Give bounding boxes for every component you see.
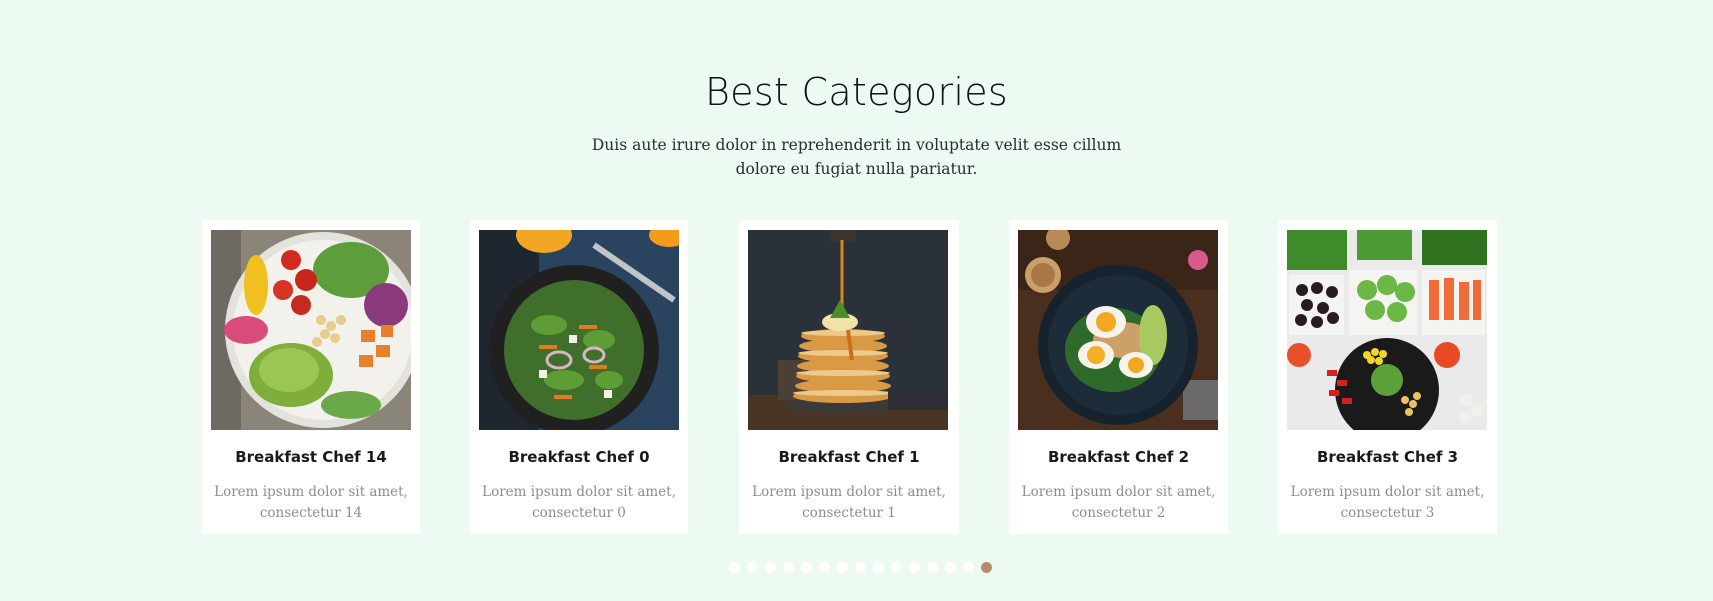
card-description-line: consectetur 0 [532, 505, 626, 521]
carousel-dot[interactable] [819, 562, 830, 573]
card-title: Breakfast Chef 2 [1047, 448, 1190, 466]
egg-avocado-plate-image [1018, 230, 1218, 430]
carousel-dot[interactable] [963, 562, 974, 573]
carousel-dot[interactable] [783, 562, 794, 573]
card-description: Lorem ipsum dolor sit amet, consectetur … [1019, 482, 1218, 524]
category-card[interactable]: Breakfast Chef 3 Lorem ipsum dolor sit a… [1278, 220, 1497, 534]
carousel-pagination [0, 562, 1713, 573]
card-description-line: consectetur 1 [802, 505, 896, 521]
card-title: Breakfast Chef 14 [235, 448, 387, 466]
carousel-dot[interactable] [873, 562, 884, 573]
carousel-dot[interactable] [729, 562, 740, 573]
section-title: Best Categories [704, 70, 1009, 114]
carousel-dot[interactable] [765, 562, 776, 573]
card-description-line: Lorem ipsum dolor sit amet, [1021, 484, 1216, 500]
card-description-line: consectetur 2 [1071, 505, 1166, 521]
category-card[interactable]: Breakfast Chef 14 Lorem ipsum dolor sit … [202, 220, 420, 534]
card-description-line: Lorem ipsum dolor sit amet, [752, 484, 946, 500]
carousel-dot[interactable] [837, 562, 848, 573]
card-title: Breakfast Chef 3 [1316, 448, 1459, 466]
carousel-dot[interactable] [927, 562, 938, 573]
carousel-dot[interactable] [747, 562, 758, 573]
card-description-line: consectetur 14 [259, 505, 363, 521]
card-description-line: Lorem ipsum dolor sit amet, [1290, 484, 1485, 500]
category-card[interactable]: Breakfast Chef 0 Lorem ipsum dolor sit a… [470, 220, 688, 534]
salad-bowl-image [211, 230, 411, 430]
carousel-dot[interactable] [855, 562, 866, 573]
section-subtitle: Duis aute irure dolor in reprehenderit i… [0, 133, 1713, 181]
salad-plate-image [479, 230, 679, 430]
card-description: Lorem ipsum dolor sit amet, consectetur … [749, 482, 949, 524]
category-carousel[interactable]: Breakfast Chef 14 Lorem ipsum dolor sit … [0, 220, 1713, 534]
category-card[interactable]: Breakfast Chef 1 Lorem ipsum dolor sit a… [739, 220, 959, 534]
carousel-dot[interactable] [801, 562, 812, 573]
carousel-dot-active[interactable] [981, 562, 992, 573]
carousel-dot[interactable] [945, 562, 956, 573]
card-description-line: Lorem ipsum dolor sit amet, [214, 484, 408, 500]
card-description-line: consectetur 3 [1340, 505, 1435, 521]
carousel-dot[interactable] [909, 562, 920, 573]
card-description: Lorem ipsum dolor sit amet, consectetur … [480, 482, 678, 524]
pancake-stack-image [748, 230, 948, 430]
carousel-dot[interactable] [891, 562, 902, 573]
card-description-line: Lorem ipsum dolor sit amet, [482, 484, 676, 500]
card-title: Breakfast Chef 0 [508, 448, 650, 466]
card-description: Lorem ipsum dolor sit amet, consectetur … [212, 482, 410, 524]
card-title: Breakfast Chef 1 [778, 448, 920, 466]
card-description: Lorem ipsum dolor sit amet, consectetur … [1288, 482, 1487, 524]
section-subtitle-line: Duis aute irure dolor in reprehenderit i… [591, 136, 1122, 154]
category-card[interactable]: Breakfast Chef 2 Lorem ipsum dolor sit a… [1009, 220, 1228, 534]
section-subtitle-line: dolore eu fugiat nulla pariatur. [735, 160, 978, 178]
vegetable-platter-image [1287, 230, 1487, 430]
